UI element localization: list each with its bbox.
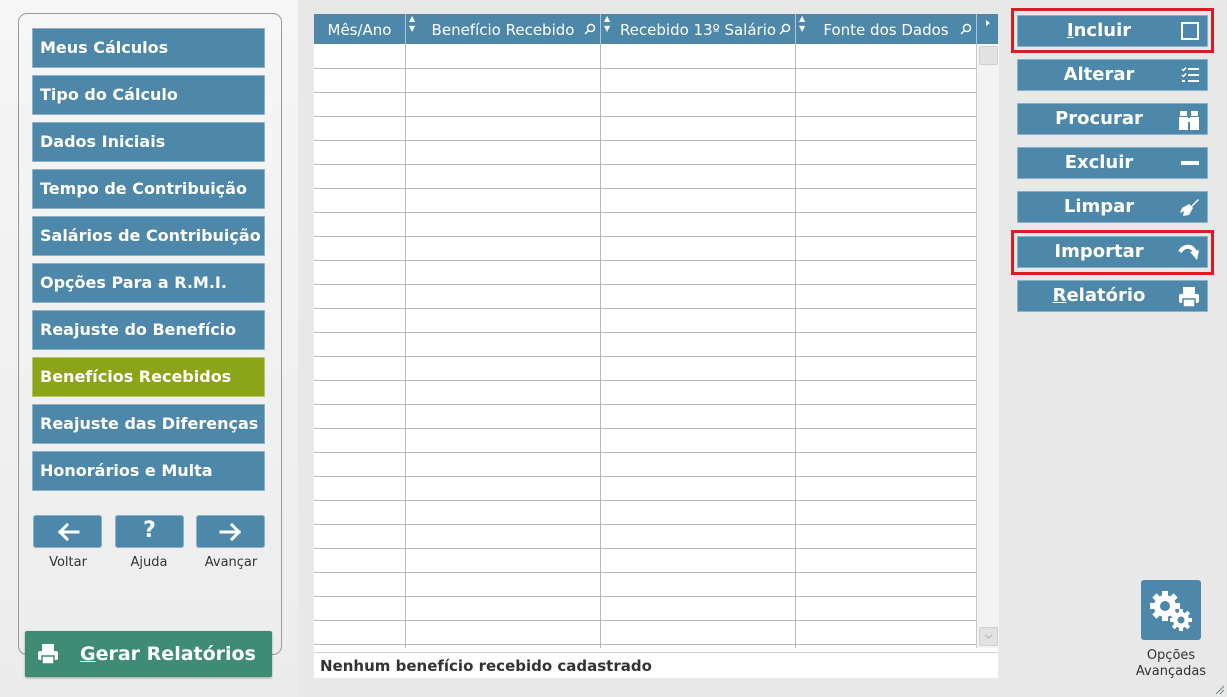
scroll-up-button[interactable] [979, 46, 998, 65]
incluir-button[interactable]: Incluir [1017, 15, 1208, 47]
question-icon: ? [143, 518, 156, 543]
procurar-label: Procurar [1055, 108, 1143, 129]
column-divider [600, 44, 601, 648]
table-row[interactable] [314, 524, 976, 549]
table-row[interactable] [314, 620, 976, 645]
vertical-scrollbar[interactable] [976, 44, 999, 648]
sidebar-item-reajuste-das-diferencas[interactable]: Reajuste das Diferenças [32, 404, 265, 444]
minus-icon [1181, 161, 1199, 165]
search-icon[interactable] [779, 14, 791, 44]
back-button[interactable] [33, 515, 102, 548]
table-row[interactable] [314, 284, 976, 309]
relatorio-button[interactable]: Relatório [1017, 280, 1208, 312]
importar-button[interactable]: Importar [1017, 236, 1208, 268]
next-label: Avançar [204, 555, 258, 570]
sidebar-item-dados-iniciais[interactable]: Dados Iniciais [32, 122, 265, 162]
next-button[interactable] [196, 515, 265, 548]
table-row[interactable] [314, 596, 976, 621]
redo-arrow-icon [1178, 244, 1199, 260]
table-row[interactable] [314, 452, 976, 477]
table-row[interactable] [314, 68, 976, 93]
table-row[interactable] [314, 428, 976, 453]
resize-grip-icon[interactable] [1213, 683, 1225, 695]
grid-status-text: Nenhum benefício recebido cadastrado [314, 652, 998, 678]
binoculars-icon [1179, 111, 1199, 130]
table-row[interactable] [314, 116, 976, 141]
column-divider [795, 44, 796, 648]
column-divider [405, 44, 406, 648]
table-row[interactable] [314, 548, 976, 573]
column-header-fonte-dos-dados[interactable]: ▲ ▼ Fonte dos Dados [796, 14, 977, 44]
table-row[interactable] [314, 308, 976, 333]
column-menu-button[interactable] [977, 14, 998, 44]
benefits-grid: Mês/Ano ▲ ▼ Benefício Recebido ▲ ▼ Recebid… [314, 14, 999, 678]
table-row[interactable] [314, 164, 976, 189]
table-row[interactable] [314, 260, 976, 285]
arrow-right-icon [219, 522, 241, 541]
printer-icon [1179, 287, 1199, 308]
triangle-right-icon [986, 20, 990, 26]
table-row[interactable] [314, 140, 976, 165]
incluir-label: Incluir [1066, 20, 1132, 41]
help-button[interactable]: ? [115, 515, 184, 548]
sidebar-item-salarios-de-contribuicao[interactable]: Salários de Contribuição [32, 216, 265, 256]
table-row[interactable] [314, 380, 976, 405]
table-row[interactable] [314, 572, 976, 597]
alterar-button[interactable]: Alterar [1017, 59, 1208, 91]
printer-icon [38, 644, 58, 665]
table-row[interactable] [314, 500, 976, 525]
column-header-beneficio-recebido[interactable]: ▲ ▼ Benefício Recebido [406, 14, 601, 44]
table-row[interactable] [314, 476, 976, 501]
sidebar-item-beneficios-recebidos[interactable]: Benefícios Recebidos [32, 357, 265, 397]
sort-icon[interactable]: ▲ ▼ [604, 14, 610, 34]
relatorio-label: Relatório [1052, 285, 1146, 306]
limpar-button[interactable]: Limpar [1017, 191, 1208, 223]
sidebar-item-opcoes-rmi[interactable]: Opções Para a R.M.I. [32, 263, 265, 303]
back-label: Voltar [49, 555, 87, 570]
scroll-down-button[interactable] [979, 627, 998, 646]
generate-reports-label: Gerar Relatórios [80, 643, 256, 665]
table-row[interactable] [314, 212, 976, 237]
grid-rows [314, 44, 976, 648]
sidebar-item-reajuste-do-beneficio[interactable]: Reajuste do Benefício [32, 310, 265, 350]
excluir-button[interactable]: Excluir [1017, 147, 1208, 179]
sort-icon[interactable]: ▲ ▼ [799, 14, 805, 34]
table-row[interactable] [314, 92, 976, 117]
advanced-options-label: Opções Avançadas [1135, 648, 1207, 679]
table-row[interactable] [314, 332, 976, 357]
square-icon [1181, 22, 1199, 40]
sort-icon[interactable]: ▲ ▼ [409, 14, 415, 34]
sidebar-item-tipo-do-calculo[interactable]: Tipo do Cálculo [32, 75, 265, 115]
sidebar-item-tempo-de-contribuicao[interactable]: Tempo de Contribuição [32, 169, 265, 209]
advanced-options-button[interactable] [1141, 580, 1201, 640]
table-row[interactable] [314, 356, 976, 381]
help-label: Ajuda [130, 555, 168, 570]
sidebar-item-meus-calculos[interactable]: Meus Cálculos [32, 28, 265, 68]
alterar-label: Alterar [1063, 64, 1135, 85]
importar-label: Importar [1054, 241, 1144, 262]
table-row[interactable] [314, 188, 976, 213]
table-row[interactable] [314, 404, 976, 429]
arrow-left-icon [57, 522, 79, 541]
limpar-label: Limpar [1063, 196, 1135, 217]
grid-header: Mês/Ano ▲ ▼ Benefício Recebido ▲ ▼ Recebid… [314, 14, 998, 44]
chevron-down-icon [984, 634, 993, 639]
excluir-label: Excluir [1064, 152, 1134, 173]
gears-icon [1150, 591, 1192, 631]
table-row[interactable] [314, 236, 976, 261]
search-icon[interactable] [960, 14, 972, 44]
procurar-button[interactable]: Procurar [1017, 103, 1208, 135]
sidebar-item-honorarios-e-multa[interactable]: Honorários e Multa [32, 451, 265, 491]
search-icon[interactable] [584, 14, 596, 44]
column-header-recebido-13-salario[interactable]: ▲ ▼ Recebido 13º Salário [601, 14, 796, 44]
list-icon [1181, 67, 1199, 82]
brush-icon [1180, 199, 1199, 216]
column-header-mes-ano[interactable]: Mês/Ano [314, 14, 406, 44]
generate-reports-button[interactable]: Gerar Relatórios [25, 631, 272, 677]
table-row[interactable] [314, 44, 976, 69]
